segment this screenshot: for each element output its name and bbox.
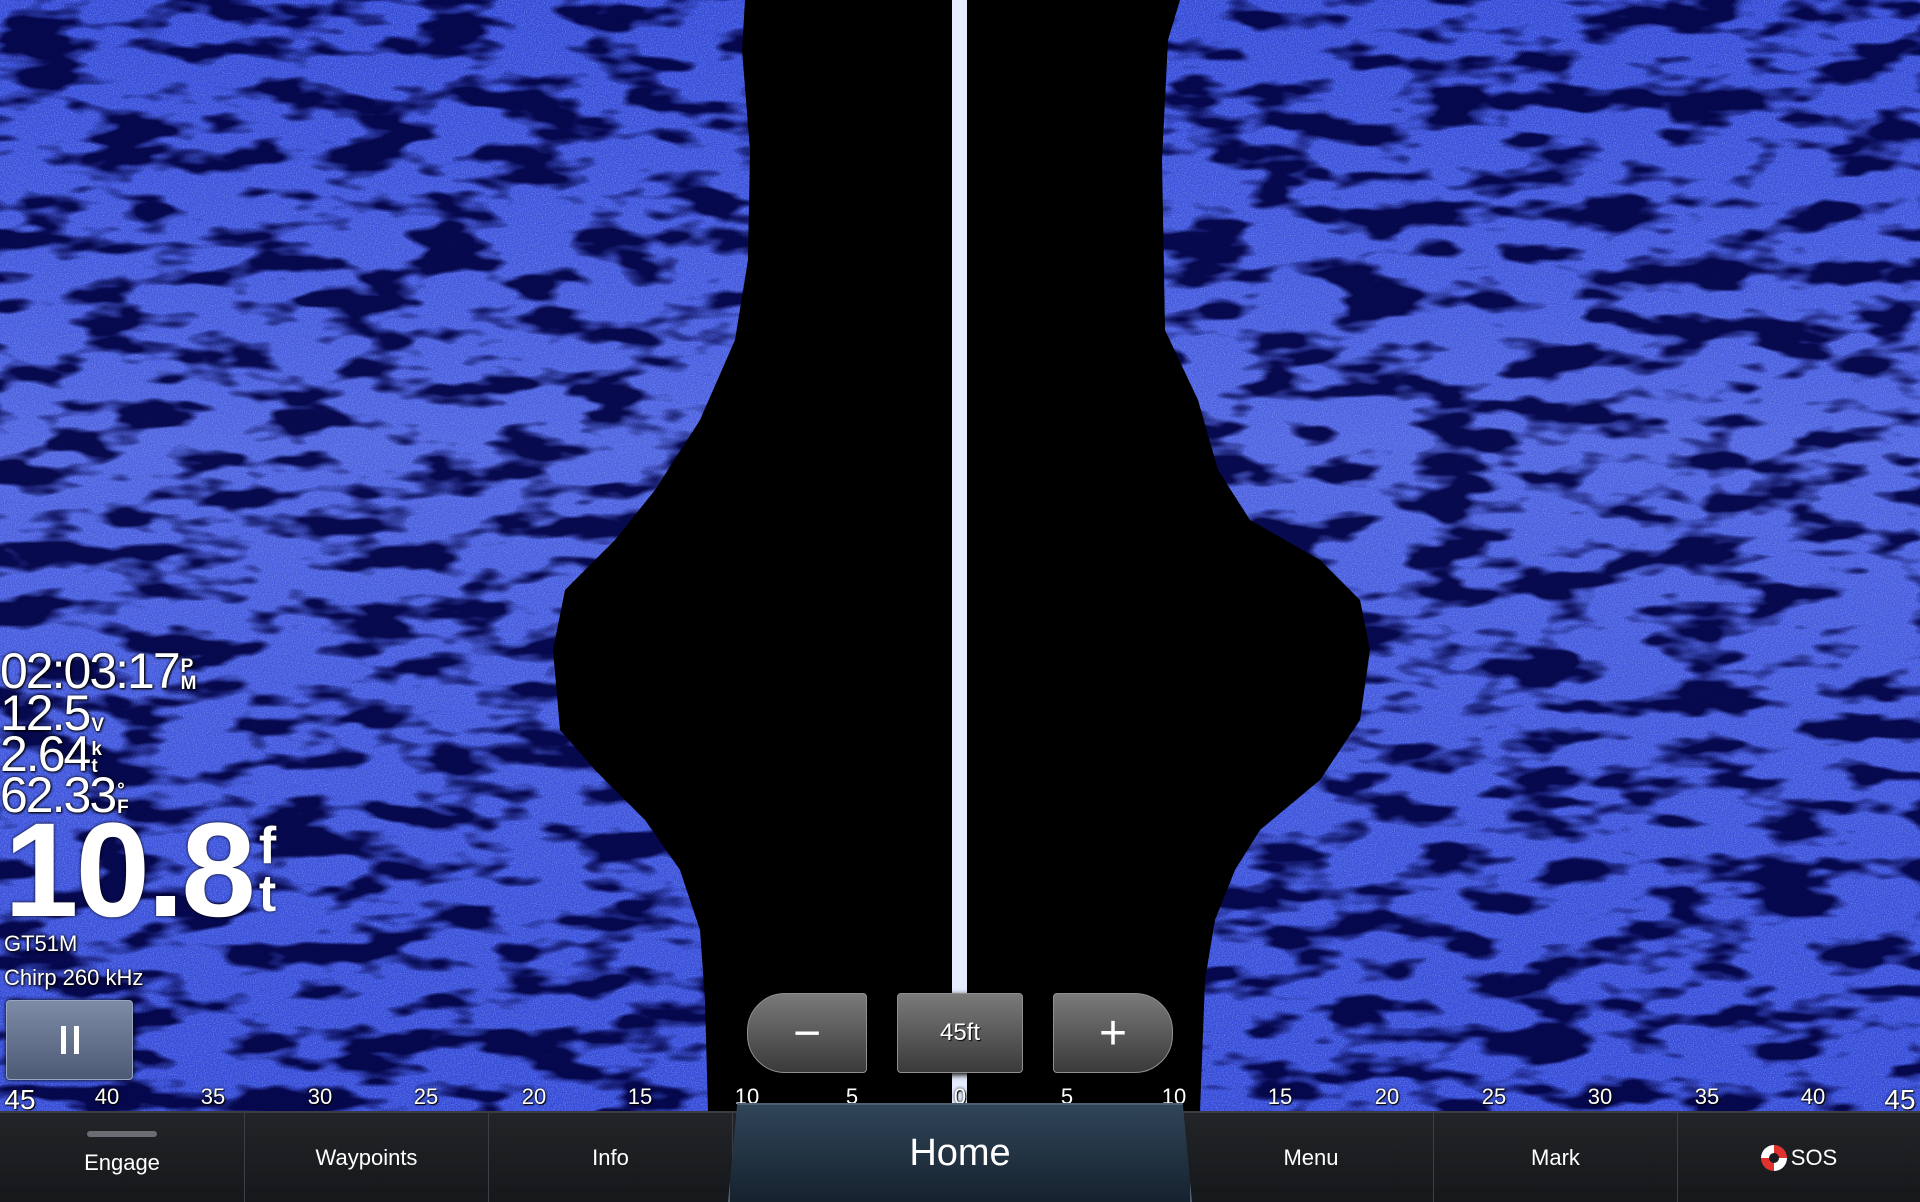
depth-unit-bottom: t [258, 865, 277, 923]
sos-label: SOS [1790, 1144, 1838, 1170]
scale-tick-label: 30 [1587, 1084, 1613, 1109]
center-track-line [952, 0, 967, 1111]
depth-readout: 10.8 ft [4, 796, 277, 945]
pause-icon [60, 1026, 79, 1054]
engage-label: Engage [84, 1149, 160, 1175]
info-button[interactable]: Info [489, 1113, 733, 1202]
mark-button[interactable]: Mark [1434, 1113, 1678, 1202]
scale-tick-label: 20 [1374, 1084, 1400, 1109]
menu-button[interactable]: Menu [1189, 1113, 1434, 1202]
scale-tick-label: 20 [521, 1084, 547, 1109]
scale-tick-label: 40 [94, 1084, 120, 1109]
waypoints-button[interactable]: Waypoints [245, 1113, 489, 1202]
life-ring-icon [1760, 1144, 1787, 1171]
pause-button[interactable] [6, 1000, 133, 1080]
frequency-label: Chirp 260 kHz [4, 965, 144, 990]
transducer-label: GT51M [4, 931, 78, 956]
home-label: Home [909, 1132, 1011, 1174]
sos-button[interactable]: SOS [1678, 1113, 1920, 1202]
zoom-out-button[interactable]: − [747, 993, 867, 1073]
depth-unit: ft [258, 817, 277, 936]
mark-label: Mark [1531, 1144, 1580, 1170]
bottom-nav-bar: Engage Waypoints Info Home Menu Mark SOS [0, 1103, 1920, 1202]
scale-tick-label: 25 [413, 1084, 439, 1109]
scale-tick-label: 35 [200, 1084, 226, 1109]
scale-tick-label: 15 [627, 1084, 653, 1109]
depth-unit-top: f [258, 817, 277, 875]
waypoints-label: Waypoints [315, 1144, 418, 1170]
home-button[interactable]: Home [728, 1103, 1192, 1202]
scale-tick-label: 15 [1267, 1084, 1293, 1109]
scale-tick-label: 25 [1481, 1084, 1507, 1109]
sonar-svg [0, 0, 1920, 1111]
engage-grip-icon [87, 1131, 157, 1137]
time-unit: PM [180, 657, 197, 694]
sidevu-sonar-image[interactable] [0, 0, 1920, 1111]
scale-tick-label: 35 [1694, 1084, 1720, 1109]
voltage-unit: V [91, 715, 105, 736]
time-unit-bottom: M [180, 673, 197, 694]
info-label: Info [592, 1144, 629, 1170]
engage-button[interactable]: Engage [0, 1113, 245, 1202]
depth-value: 10.8 [4, 796, 256, 945]
zoom-in-button[interactable]: + [1053, 993, 1173, 1073]
range-button[interactable]: 45ft [897, 993, 1023, 1073]
scale-tick-label: 40 [1800, 1084, 1826, 1109]
menu-label: Menu [1283, 1144, 1339, 1170]
scale-tick-label: 30 [307, 1084, 333, 1109]
